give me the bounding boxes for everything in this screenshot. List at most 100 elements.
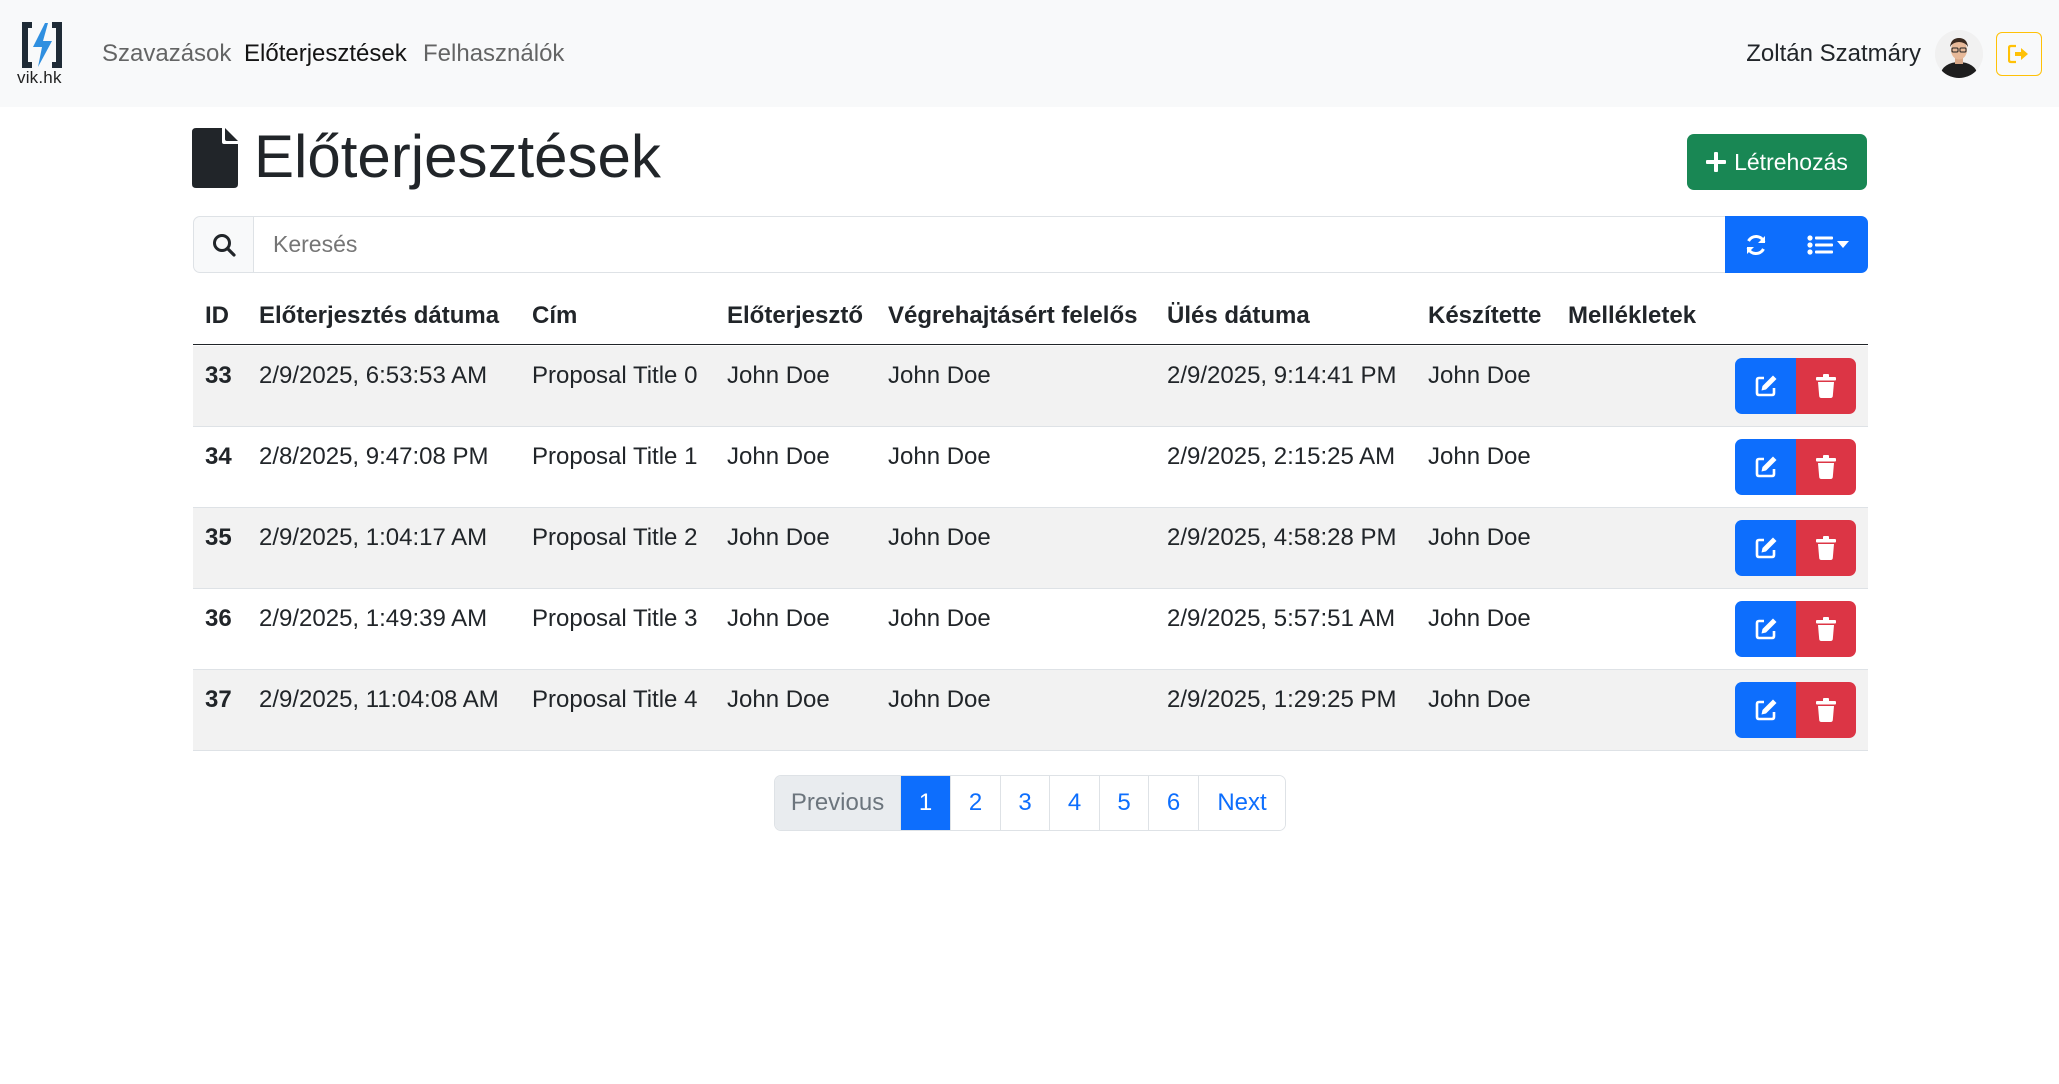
cell-id: 35: [205, 524, 232, 551]
user-name: Zoltán Szatmáry: [1746, 40, 1921, 67]
cell-meeting-date: 2/9/2025, 1:29:25 PM: [1167, 686, 1397, 713]
cell-meeting-date: 2/9/2025, 2:15:25 AM: [1167, 443, 1396, 470]
create-button[interactable]: Létrehozás: [1687, 134, 1867, 190]
cell-id: 33: [205, 362, 232, 389]
brand-text: vik.hk: [17, 68, 62, 87]
column-header-id: ID: [205, 302, 229, 329]
column-header-meeting-date: Ülés dátuma: [1167, 302, 1310, 329]
pagination-page-6[interactable]: 6: [1148, 776, 1198, 830]
pagination-previous[interactable]: Previous: [775, 776, 900, 830]
cell-created-by: John Doe: [1428, 524, 1531, 551]
cell-proposer: John Doe: [727, 605, 830, 632]
plus-icon: [1706, 152, 1727, 172]
list-icon: [1806, 234, 1833, 255]
cell-created-by: John Doe: [1428, 605, 1531, 632]
table-row: 33 2/9/2025, 6:53:53 AM Proposal Title 0 Jo…: [193, 346, 1868, 427]
delete-button[interactable]: [1796, 358, 1856, 414]
brand-logo[interactable]: vik.hk: [17, 20, 69, 88]
cell-title: Proposal Title 2: [532, 524, 698, 551]
cell-responsible: John Doe: [888, 443, 991, 470]
view-options-button[interactable]: [1787, 216, 1868, 273]
refresh-button[interactable]: [1725, 216, 1787, 273]
page-title: Előterjesztések: [254, 123, 661, 190]
trash-icon: [1816, 698, 1836, 722]
cell-title: Proposal Title 4: [532, 686, 698, 713]
cell-date: 2/9/2025, 1:49:39 AM: [259, 605, 488, 632]
cell-id: 37: [205, 686, 232, 713]
pagination-page-5[interactable]: 5: [1099, 776, 1148, 830]
cell-proposer: John Doe: [727, 686, 830, 713]
edit-button[interactable]: [1735, 439, 1796, 495]
trash-icon: [1816, 617, 1836, 641]
column-header-title: Cím: [532, 302, 578, 329]
cell-date: 2/9/2025, 1:04:17 AM: [259, 524, 488, 551]
table-row: 36 2/9/2025, 1:49:39 AM Proposal Title 3 Jo…: [193, 589, 1868, 670]
logout-button[interactable]: [1996, 32, 2042, 76]
cell-responsible: John Doe: [888, 686, 991, 713]
file-icon: [192, 128, 238, 188]
cell-date: 2/9/2025, 6:53:53 AM: [259, 362, 488, 389]
cell-proposer: John Doe: [727, 443, 830, 470]
cell-responsible: John Doe: [888, 362, 991, 389]
pagination: Previous 1 2 3 4 5 6 Next: [774, 775, 1286, 831]
search-input[interactable]: [253, 216, 1726, 273]
edit-button[interactable]: [1735, 520, 1796, 576]
avatar-image: [1935, 30, 1983, 78]
delete-button[interactable]: [1796, 682, 1856, 738]
create-button-label: Létrehozás: [1734, 148, 1848, 175]
pagination-page-2[interactable]: 2: [950, 776, 1000, 830]
nav-link-szavazasok[interactable]: Szavazások: [102, 40, 231, 68]
table-row: 35 2/9/2025, 1:04:17 AM Proposal Title 2 Jo…: [193, 508, 1868, 589]
search-icon: [212, 233, 236, 257]
cell-proposer: John Doe: [727, 362, 830, 389]
lightning-bracket-logo-icon: [22, 22, 62, 68]
cell-meeting-date: 2/9/2025, 5:57:51 AM: [1167, 605, 1396, 632]
search-addon: [193, 216, 254, 273]
cell-created-by: John Doe: [1428, 362, 1531, 389]
cell-title: Proposal Title 0: [532, 362, 698, 389]
edit-icon: [1755, 618, 1776, 640]
nav-link-eloterjesztesek[interactable]: Előterjesztések: [244, 40, 407, 68]
cell-created-by: John Doe: [1428, 443, 1531, 470]
cell-title: Proposal Title 1: [532, 443, 698, 470]
edit-icon: [1755, 375, 1776, 397]
edit-button[interactable]: [1735, 601, 1796, 657]
cell-responsible: John Doe: [888, 524, 991, 551]
navbar: vik.hk Szavazások Előterjesztések Felhas…: [0, 0, 2059, 107]
cell-date: 2/8/2025, 9:47:08 PM: [259, 443, 489, 470]
pagination-next[interactable]: Next: [1198, 776, 1285, 830]
table-header: ID Előterjesztés dátuma Cím Előterjesztő…: [193, 287, 1868, 345]
pagination-page-3[interactable]: 3: [1000, 776, 1049, 830]
column-header-proposer: Előterjesztő: [727, 302, 864, 329]
trash-icon: [1816, 455, 1836, 479]
edit-icon: [1755, 537, 1776, 559]
column-header-created-by: Készítette: [1428, 302, 1542, 329]
pagination-page-4[interactable]: 4: [1049, 776, 1099, 830]
cell-responsible: John Doe: [888, 605, 991, 632]
column-header-attachments: Mellékletek: [1568, 302, 1697, 329]
cell-title: Proposal Title 3: [532, 605, 698, 632]
cell-id: 36: [205, 605, 232, 632]
edit-icon: [1755, 699, 1776, 721]
nav-link-felhasznalok[interactable]: Felhasználók: [423, 40, 564, 68]
avatar[interactable]: [1935, 30, 1983, 78]
column-header-responsible: Végrehajtásért felelős: [888, 302, 1138, 329]
table-row: 37 2/9/2025, 11:04:08 AM Proposal Title 4 J…: [193, 670, 1868, 751]
cell-meeting-date: 2/9/2025, 4:58:28 PM: [1167, 524, 1397, 551]
cell-proposer: John Doe: [727, 524, 830, 551]
delete-button[interactable]: [1796, 520, 1856, 576]
trash-icon: [1816, 374, 1836, 398]
table-row: 34 2/8/2025, 9:47:08 PM Proposal Title 1 Jo…: [193, 427, 1868, 508]
cell-id: 34: [205, 443, 232, 470]
delete-button[interactable]: [1796, 601, 1856, 657]
cell-meeting-date: 2/9/2025, 9:14:41 PM: [1167, 362, 1397, 389]
edit-button[interactable]: [1735, 358, 1796, 414]
chevron-down-icon: [1836, 240, 1849, 248]
trash-icon: [1816, 536, 1836, 560]
column-header-date: Előterjesztés dátuma: [259, 302, 500, 329]
cell-date: 2/9/2025, 11:04:08 AM: [259, 686, 499, 713]
pagination-page-1[interactable]: 1: [900, 776, 950, 830]
edit-button[interactable]: [1735, 682, 1796, 738]
edit-icon: [1755, 456, 1776, 478]
delete-button[interactable]: [1796, 439, 1856, 495]
